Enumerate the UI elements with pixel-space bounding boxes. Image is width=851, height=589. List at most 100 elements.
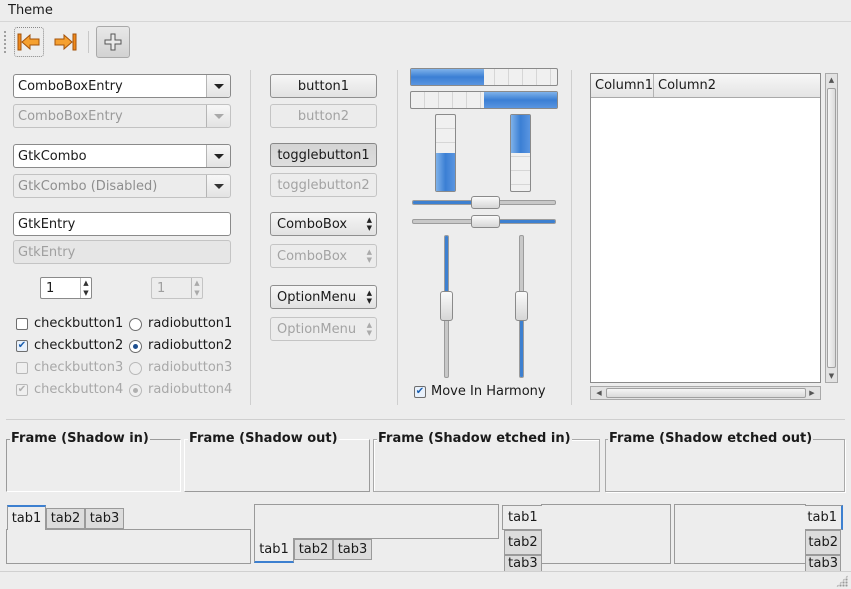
togglebutton1[interactable]: togglebutton1	[270, 143, 377, 167]
gtkcombo-dropdown-button[interactable]	[206, 145, 230, 167]
frame-shadow-in	[6, 439, 181, 492]
column2-header[interactable]: Column2	[654, 74, 820, 97]
updown-arrows-icon: ▲ ▼	[366, 216, 372, 232]
radio-dot-icon	[133, 344, 138, 349]
move-in-harmony-checkbox[interactable]: ✔	[414, 386, 426, 398]
radiobutton3-label: radiobutton3	[148, 360, 233, 375]
spinbutton-value[interactable]: 1	[46, 281, 54, 296]
scroll-right-icon[interactable]: ▶	[806, 387, 818, 399]
combobox-value[interactable]: ComboBox	[277, 217, 347, 232]
notebook-top-tab2[interactable]: tab2	[46, 508, 85, 529]
optionmenu-value[interactable]: OptionMenu	[277, 290, 356, 305]
chevron-down-icon	[213, 153, 224, 159]
tree-view[interactable]: Column1 Column2	[590, 73, 821, 383]
notebook-right-tab2[interactable]: tab2	[805, 530, 841, 555]
comboboxentry[interactable]: ComboBoxEntry	[13, 74, 231, 98]
column-separator	[571, 70, 572, 405]
comboboxentry-dropdown-button[interactable]	[206, 75, 230, 97]
menu-theme[interactable]: Theme	[8, 3, 53, 18]
optionmenu-disabled-value: OptionMenu	[277, 321, 357, 337]
spinbutton-disabled-arrows: ▲ ▼	[191, 278, 202, 298]
vprogress-1-fill	[436, 153, 455, 191]
scroll-down-icon[interactable]: ▼	[826, 370, 837, 382]
notebook-top-tab3[interactable]: tab3	[85, 508, 124, 529]
optionmenu[interactable]: OptionMenu ▲ ▼	[270, 285, 377, 309]
column1-header[interactable]: Column1	[591, 74, 654, 97]
checkbutton3-label: checkbutton3	[34, 360, 124, 375]
comboboxentry-text[interactable]: ComboBoxEntry	[18, 79, 123, 94]
hscale-1-handle[interactable]	[470, 196, 500, 209]
hprogress-1-fill	[411, 69, 484, 85]
gtkentry-field[interactable]: GtkEntry	[13, 212, 231, 236]
radiobutton2-label[interactable]: radiobutton2	[148, 338, 232, 353]
comboboxentry-disabled: ComboBoxEntry	[13, 104, 231, 128]
checkbutton4-box: ✔	[16, 384, 28, 396]
vscale-2-handle[interactable]	[515, 290, 528, 321]
comboboxentry-disabled-dropdown	[206, 105, 230, 127]
checkbutton4-label: checkbutton4	[34, 382, 124, 397]
spinbutton-arrows[interactable]: ▲ ▼	[80, 278, 91, 298]
notebook-right-tab1[interactable]: tab1	[805, 505, 843, 530]
notebook-right-page	[674, 504, 806, 564]
plus-icon	[104, 33, 122, 51]
gtkentry-disabled-field: GtkEntry	[13, 240, 231, 264]
gtkcombo-text[interactable]: GtkCombo	[18, 149, 87, 164]
combobox[interactable]: ComboBox ▲ ▼	[270, 212, 377, 236]
frame-shadow-etched-in	[373, 439, 600, 492]
spinbutton-disabled-value: 1	[157, 280, 166, 296]
vscale-1-handle[interactable]	[440, 290, 453, 321]
radiobutton1-label[interactable]: radiobutton1	[148, 316, 232, 331]
radiobutton1-circle[interactable]	[129, 318, 142, 331]
notebook-bottom-tab3[interactable]: tab3	[333, 539, 372, 560]
radiobutton3-circle	[129, 362, 142, 375]
checkbutton1-label[interactable]: checkbutton1	[34, 316, 123, 331]
notebook-left-tab2[interactable]: tab2	[504, 530, 542, 555]
tree-horizontal-scrollbar[interactable]: ◀ ▶	[590, 386, 821, 400]
frame-shadow-in-label: Frame (Shadow in)	[10, 431, 150, 446]
menubar: Theme	[0, 0, 851, 22]
spinbutton[interactable]: 1 ▲ ▼	[40, 277, 92, 299]
gtkcombo-disabled: GtkCombo (Disabled)	[13, 174, 231, 198]
button2: button2	[270, 104, 377, 128]
togglebutton2: togglebutton2	[270, 173, 377, 197]
tree-header: Column1 Column2	[591, 74, 820, 98]
horizontal-separator	[6, 419, 845, 420]
checkbutton2-box[interactable]: ✔	[16, 340, 28, 352]
add-button[interactable]	[96, 26, 130, 58]
notebook-left-tab1[interactable]: tab1	[502, 505, 542, 530]
hscale-2-handle[interactable]	[470, 215, 500, 228]
frame-shadow-out	[184, 439, 370, 492]
tree-hscroll-thumb[interactable]	[606, 388, 806, 398]
button1[interactable]: button1	[270, 74, 377, 98]
scroll-up-icon[interactable]: ▲	[826, 74, 837, 86]
radiobutton2-circle[interactable]	[129, 340, 142, 353]
notebook-top-tab1[interactable]: tab1	[7, 505, 46, 530]
status-bar	[0, 571, 851, 589]
notebook-bottom-tab2[interactable]: tab2	[294, 539, 333, 560]
notebook-bottom-tab1[interactable]: tab1	[254, 538, 294, 563]
combobox-disabled: ComboBox ▲ ▼	[270, 244, 377, 268]
gtkentry-disabled-value: GtkEntry	[18, 244, 76, 260]
forward-button[interactable]	[50, 27, 80, 57]
notebook-left-tab3[interactable]: tab3	[504, 555, 542, 571]
radiobutton4-label: radiobutton4	[148, 382, 233, 397]
hprogress-1	[410, 68, 558, 86]
checkbutton3-box	[16, 362, 28, 374]
tree-vscroll-thumb[interactable]	[827, 88, 836, 368]
back-button[interactable]	[14, 27, 44, 57]
move-in-harmony-label[interactable]: Move In Harmony	[431, 384, 546, 399]
toolbar-grip-handle[interactable]	[3, 30, 7, 54]
notebook-left-page	[541, 504, 671, 564]
checkbutton2-label[interactable]: checkbutton2	[34, 338, 123, 353]
notebook-right-tab3[interactable]: tab3	[805, 555, 841, 571]
checkbutton1-box[interactable]	[16, 318, 28, 330]
chevron-down-icon	[213, 183, 224, 189]
frame-shadow-etched-in-label: Frame (Shadow etched in)	[377, 431, 572, 446]
gtkcombo[interactable]: GtkCombo	[13, 144, 231, 168]
gtkentry-value[interactable]: GtkEntry	[18, 217, 75, 232]
scroll-left-icon[interactable]: ◀	[593, 387, 605, 399]
arrow-left-icon	[17, 33, 40, 51]
tree-vertical-scrollbar[interactable]: ▲ ▼	[825, 73, 838, 383]
toolbar-separator	[88, 31, 89, 53]
updown-arrows-icon: ▲ ▼	[366, 321, 372, 337]
